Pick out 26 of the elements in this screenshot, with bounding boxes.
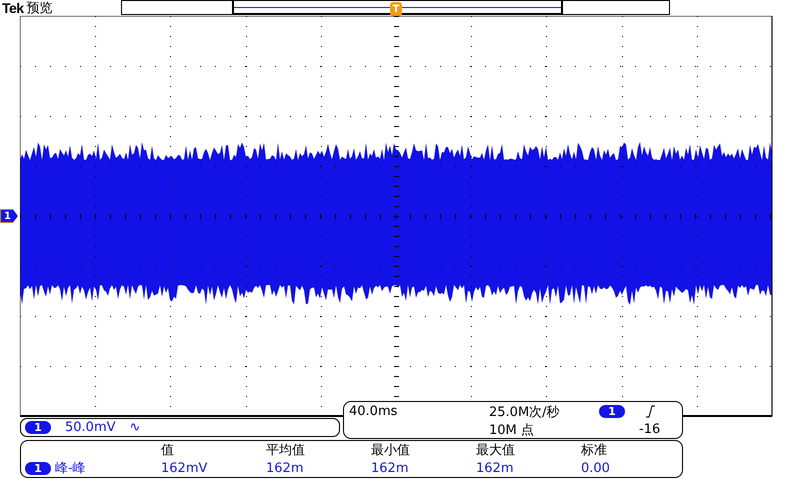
measurement-value: 162m (266, 460, 304, 476)
mode-label: 预览 (26, 0, 53, 17)
measurement-value: 162m (371, 460, 410, 476)
column-header: 平均值 (266, 442, 306, 459)
record-length: 10M 点 (489, 422, 535, 438)
channel-badge: 1 (25, 421, 51, 434)
rising-edge-icon (645, 405, 655, 418)
coupling-symbol: ∿ (130, 420, 140, 435)
channel-badge: 1 (25, 462, 51, 474)
channel-marker[interactable]: 1 (0, 209, 18, 223)
sample-rate: 25.0M次/秒 (489, 404, 561, 420)
measurement-value: 162m (476, 460, 514, 476)
channel-scale-panel[interactable]: 1 50.0mV ∿ (20, 418, 340, 437)
brand-logo: Tek (2, 0, 24, 16)
column-header: 标准 (581, 442, 608, 459)
column-header: 值 (161, 442, 175, 459)
timebase-panel[interactable]: 40.0ms 25.0M次/秒 1 10M 点 -16 (343, 401, 683, 439)
trigger-channel-badge: 1 (599, 405, 625, 418)
measurement-value: 162mV (161, 460, 208, 476)
channel-scale: 50.0mV (65, 420, 116, 435)
column-header: 最小值 (371, 442, 411, 459)
trigger-level: -16 (639, 422, 662, 437)
time-per-division: 40.0ms (349, 404, 398, 419)
column-header: 最大值 (476, 442, 516, 459)
measurement-name: 峰-峰 (55, 460, 86, 477)
measurement-value: 0.00 (581, 460, 611, 476)
